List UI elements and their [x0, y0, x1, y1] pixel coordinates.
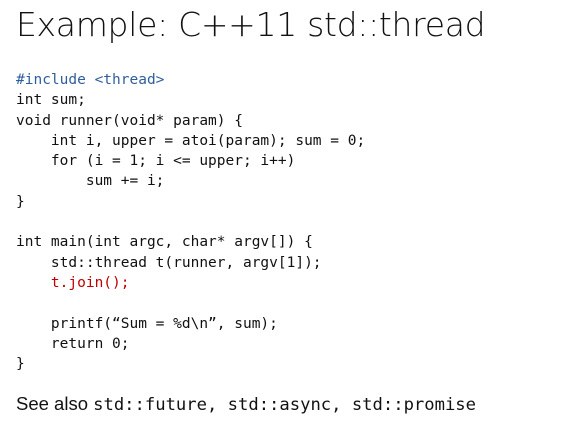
- code-line-main-close: }: [16, 356, 25, 373]
- slide-title: Example: C++11 std::thread: [16, 5, 486, 44]
- code-line-return: return 0;: [16, 335, 130, 352]
- code-line-sum-accumulate: sum += i;: [16, 173, 165, 190]
- code-line-runner-close: }: [16, 193, 25, 210]
- code-line-printf: printf(“Sum = %d\n”, sum);: [16, 315, 278, 332]
- code-line-main-signature: int main(int argc, char* argv[]) {: [16, 234, 313, 251]
- slide: Example: C++11 std::thread #include <thr…: [0, 0, 566, 437]
- see-also-apis: std::future, std::async, std::promise: [93, 395, 477, 415]
- code-line-runner-signature: void runner(void* param) {: [16, 112, 243, 129]
- code-block: #include <thread> int sum; void runner(voi…: [16, 70, 365, 374]
- code-line-runner-init: int i, upper = atoi(param); sum = 0;: [16, 132, 366, 149]
- code-line-thread-create: std::thread t(runner, argv[1]);: [16, 254, 322, 271]
- code-line-for-loop: for (i = 1; i <= upper; i++): [16, 153, 296, 170]
- see-also-line: See also std::future, std::async, std::p…: [16, 391, 476, 418]
- code-line-sum-decl: int sum;: [16, 92, 86, 109]
- code-line-include: #include <thread>: [16, 72, 165, 88]
- see-also-label: See also: [16, 393, 94, 414]
- code-line-thread-join: t.join();: [16, 274, 130, 291]
